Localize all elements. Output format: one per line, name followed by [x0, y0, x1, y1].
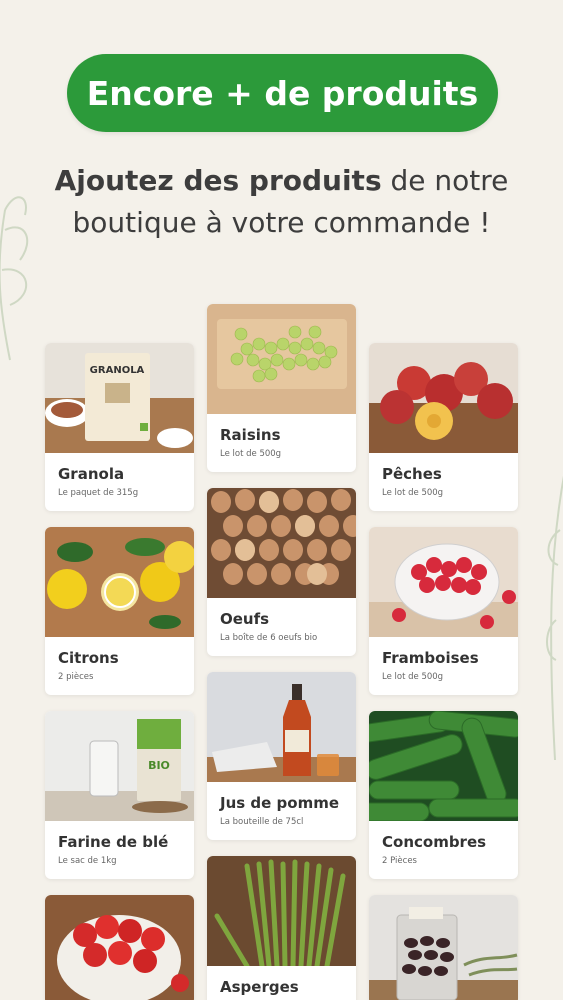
raspberries-image — [369, 527, 518, 637]
olives-image — [369, 895, 518, 1000]
product-quantity: Le lot de 500g — [382, 488, 444, 498]
cucumbers-image — [369, 711, 518, 821]
product-name: Jus de pomme — [220, 794, 340, 812]
product-info: Citrons 2 pièces — [45, 637, 194, 695]
svg-text:BIO: BIO — [148, 759, 170, 772]
product-name: Granola — [58, 465, 125, 483]
product-info: Jus de pomme La bouteille de 75cl — [207, 782, 356, 840]
product-info: Pêches Le lot de 500g — [369, 453, 518, 511]
product-card-concombres[interactable]: Concombres 2 Pièces — [369, 711, 518, 879]
product-card-farine[interactable]: BIO Farine de blé Le sac de 1kg — [45, 711, 194, 879]
grapes-image — [207, 304, 356, 414]
product-card-framboises[interactable]: Framboises Le lot de 500g — [369, 527, 518, 695]
product-info: Asperges — [207, 966, 356, 1000]
strawberries-image — [45, 895, 194, 1000]
more-products-button[interactable]: Encore + de produits — [67, 54, 498, 132]
eggs-image — [207, 488, 356, 598]
lemons-image — [45, 527, 194, 637]
product-name: Raisins — [220, 426, 281, 444]
product-card-citrons[interactable]: Citrons 2 pièces — [45, 527, 194, 695]
product-name: Citrons — [58, 649, 119, 667]
granola-image: GRANOLA — [45, 343, 194, 453]
subtitle-line2: boutique à votre commande ! — [72, 206, 491, 239]
page-subtitle: Ajoutez des produits de notre boutique à… — [30, 160, 533, 244]
product-card-jus-de-pomme[interactable]: Jus de pomme La bouteille de 75cl — [207, 672, 356, 840]
more-products-label: Encore + de produits — [86, 73, 479, 113]
product-quantity: Le sac de 1kg — [58, 856, 117, 866]
product-quantity: La boîte de 6 oeufs bio — [220, 633, 318, 643]
product-card-asperges[interactable]: Asperges — [207, 856, 356, 1000]
product-card-peches[interactable]: Pêches Le lot de 500g — [369, 343, 518, 511]
product-name: Asperges — [220, 978, 299, 996]
product-info: Concombres 2 Pièces — [369, 821, 518, 879]
peaches-image — [369, 343, 518, 453]
product-info: Farine de blé Le sac de 1kg — [45, 821, 194, 879]
product-quantity: 2 Pièces — [382, 856, 417, 866]
product-name: Oeufs — [220, 610, 270, 628]
product-info: Framboises Le lot de 500g — [369, 637, 518, 695]
product-quantity: Le lot de 500g — [220, 449, 282, 459]
leaf-decoration-right — [546, 475, 563, 760]
apple-juice-image — [207, 672, 356, 782]
product-name: Concombres — [382, 833, 487, 851]
product-card-fraises[interactable] — [45, 895, 194, 1000]
product-name: Framboises — [382, 649, 479, 667]
product-info: Raisins Le lot de 500g — [207, 414, 356, 472]
product-info: Oeufs La boîte de 6 oeufs bio — [207, 598, 356, 656]
subtitle-bold: Ajoutez des produits — [54, 164, 382, 197]
product-card-raisins[interactable]: Raisins Le lot de 500g — [207, 304, 356, 472]
product-card-granola[interactable]: GRANOLA Granola Le paquet de 315g — [45, 343, 194, 511]
product-name: Pêches — [382, 465, 442, 483]
product-quantity: Le paquet de 315g — [58, 488, 139, 498]
product-info: Granola Le paquet de 315g — [45, 453, 194, 511]
svg-text:GRANOLA: GRANOLA — [90, 365, 145, 376]
product-card-oeufs[interactable]: Oeufs La boîte de 6 oeufs bio — [207, 488, 356, 656]
asparagus-image — [207, 856, 356, 966]
product-name: Farine de blé — [58, 833, 169, 851]
product-card-olives[interactable] — [369, 895, 518, 1000]
product-quantity: Le lot de 500g — [382, 672, 444, 682]
product-quantity: 2 pièces — [58, 672, 94, 682]
subtitle-rest: de notre — [381, 164, 509, 197]
flour-image: BIO — [45, 711, 194, 821]
product-quantity: La bouteille de 75cl — [220, 817, 304, 827]
